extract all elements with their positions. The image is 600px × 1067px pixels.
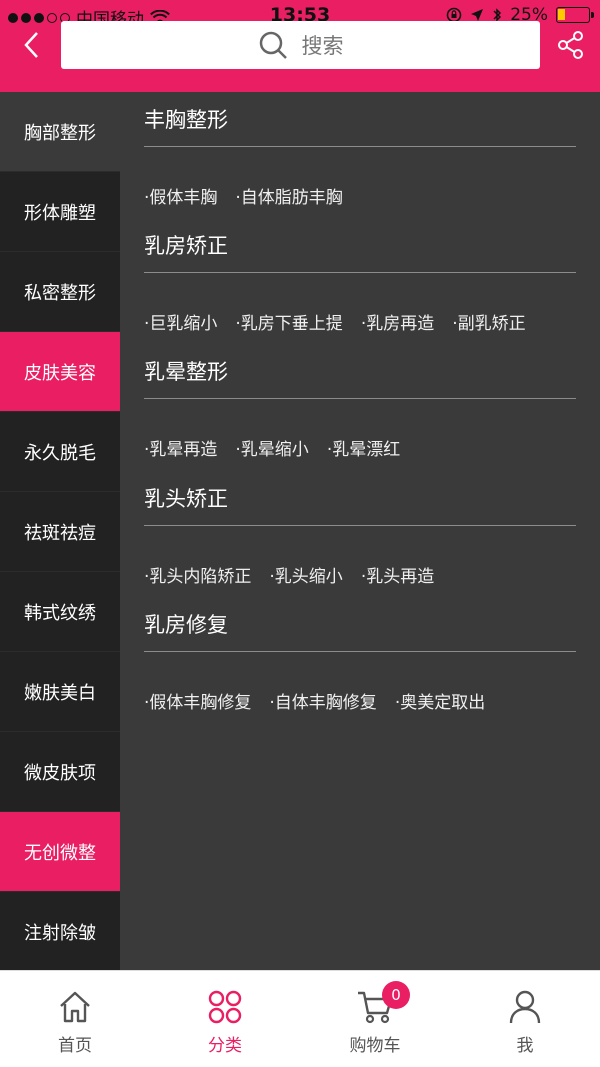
back-button[interactable] <box>14 28 48 62</box>
location-arrow-icon <box>471 9 484 21</box>
subcategory-link[interactable]: ·自体丰胸修复 <box>269 688 376 713</box>
subcategory-link[interactable]: ·乳房下垂上提 <box>235 309 342 334</box>
tab-me-label: 我 <box>516 1036 534 1056</box>
sidebar-item-label: 韩式纹绣 <box>24 602 96 624</box>
section-item-list: ·假体丰胸 ·自体脂肪丰胸 <box>144 147 576 208</box>
sidebar-item-label: 私密整形 <box>24 282 96 304</box>
subcategory-link[interactable]: ·乳晕再造 <box>144 435 217 460</box>
sidebar-item-label: 祛斑祛痘 <box>24 522 96 544</box>
share-button[interactable] <box>556 28 586 62</box>
user-icon <box>509 990 541 1024</box>
home-icon <box>60 991 90 1023</box>
chevron-left-icon <box>24 32 38 58</box>
subcategory-link[interactable]: ·副乳矫正 <box>452 309 525 334</box>
subcategory-link[interactable]: ·乳晕漂红 <box>327 435 400 460</box>
section-title: 乳房矫正 <box>144 218 576 273</box>
tab-cart[interactable]: 0 购物车 <box>300 971 450 1067</box>
category-section: 乳房修复 ·假体丰胸修复 ·自体丰胸修复 ·奥美定取出 <box>144 597 576 713</box>
category-section: 丰胸整形 ·假体丰胸 ·自体脂肪丰胸 <box>144 92 576 208</box>
tab-category-label: 分类 <box>208 1036 242 1056</box>
sidebar-item-label: 无创微整 <box>24 842 96 864</box>
subcategory-link[interactable]: ·乳头再造 <box>361 562 434 587</box>
category-content: 丰胸整形 ·假体丰胸 ·自体脂肪丰胸乳房矫正 ·巨乳缩小 ·乳房下垂上提 ·乳房再造 ·副乳… <box>120 92 600 970</box>
subcategory-link[interactable]: ·假体丰胸 <box>144 183 217 208</box>
subcategory-link[interactable]: ·奥美定取出 <box>395 688 485 713</box>
category-icon <box>208 990 242 1024</box>
sidebar-item[interactable]: 注射除皱 <box>0 892 120 972</box>
tab-cart-label: 购物车 <box>349 1036 401 1056</box>
sidebar-item[interactable]: 私密整形 <box>0 252 120 332</box>
tab-category[interactable]: 分类 <box>150 971 300 1067</box>
category-section: 乳晕整形 ·乳晕再造 ·乳晕缩小 ·乳晕漂红 <box>144 344 576 460</box>
subcategory-link[interactable]: ·假体丰胸修复 <box>144 688 251 713</box>
sidebar-item-label: 注射除皱 <box>24 922 96 944</box>
search-input[interactable]: 搜索 <box>61 21 540 69</box>
subcategory-link[interactable]: ·自体脂肪丰胸 <box>235 183 342 208</box>
bottom-tab-bar: 首页 分类 0 购物车 我 <box>0 970 600 1067</box>
sidebar-item[interactable]: 无创微整 <box>0 812 120 892</box>
sidebar-item[interactable]: 祛斑祛痘 <box>0 492 120 572</box>
section-title: 乳晕整形 <box>144 344 576 399</box>
subcategory-link[interactable]: ·巨乳缩小 <box>144 309 217 334</box>
category-sidebar: 胸部整形形体雕塑私密整形皮肤美容永久脱毛祛斑祛痘韩式纹绣嫩肤美白微皮肤项无创微整… <box>0 92 120 972</box>
cart-count-badge: 0 <box>382 981 410 1009</box>
sidebar-item[interactable]: 微皮肤项 <box>0 732 120 812</box>
subcategory-link[interactable]: ·乳头缩小 <box>269 562 342 587</box>
sidebar-item[interactable]: 永久脱毛 <box>0 412 120 492</box>
sidebar-item[interactable]: 胸部整形 <box>0 92 120 172</box>
section-item-list: ·巨乳缩小 ·乳房下垂上提 ·乳房再造 ·副乳矫正 <box>144 273 576 334</box>
sidebar-item-label: 胸部整形 <box>24 122 96 144</box>
sidebar-item-label: 形体雕塑 <box>24 202 96 224</box>
search-icon <box>259 31 287 59</box>
sidebar-item-label: 嫩肤美白 <box>24 682 96 704</box>
sidebar-item[interactable]: 皮肤美容 <box>0 332 120 412</box>
search-placeholder: 搜索 <box>301 34 344 58</box>
sidebar-item-label: 皮肤美容 <box>24 362 96 384</box>
category-section: 乳房矫正 ·巨乳缩小 ·乳房下垂上提 ·乳房再造 ·副乳矫正 <box>144 218 576 334</box>
category-section: 乳头矫正 ·乳头内陷矫正 ·乳头缩小 ·乳头再造 <box>144 471 576 587</box>
top-header: 中国移动 13:53 25% 搜索 <box>0 0 600 92</box>
share-icon <box>558 31 583 59</box>
tab-home[interactable]: 首页 <box>0 971 150 1067</box>
subcategory-link[interactable]: ·乳晕缩小 <box>235 435 308 460</box>
section-item-list: ·乳头内陷矫正 ·乳头缩小 ·乳头再造 <box>144 526 576 587</box>
tab-home-label: 首页 <box>58 1036 92 1056</box>
section-title: 乳头矫正 <box>144 471 576 526</box>
section-item-list: ·乳晕再造 ·乳晕缩小 ·乳晕漂红 <box>144 399 576 460</box>
battery-level <box>558 9 565 20</box>
sidebar-item[interactable]: 韩式纹绣 <box>0 572 120 652</box>
sidebar-item[interactable]: 形体雕塑 <box>0 172 120 252</box>
section-title: 丰胸整形 <box>144 92 576 147</box>
sidebar-item-label: 永久脱毛 <box>24 442 96 464</box>
section-title: 乳房修复 <box>144 597 576 652</box>
battery-icon <box>556 7 594 23</box>
subcategory-link[interactable]: ·乳房再造 <box>361 309 434 334</box>
sidebar-item-label: 微皮肤项 <box>24 762 96 784</box>
section-item-list: ·假体丰胸修复 ·自体丰胸修复 ·奥美定取出 <box>144 652 576 713</box>
subcategory-link[interactable]: ·乳头内陷矫正 <box>144 562 251 587</box>
tab-me[interactable]: 我 <box>450 971 600 1067</box>
sidebar-item[interactable]: 嫩肤美白 <box>0 652 120 732</box>
